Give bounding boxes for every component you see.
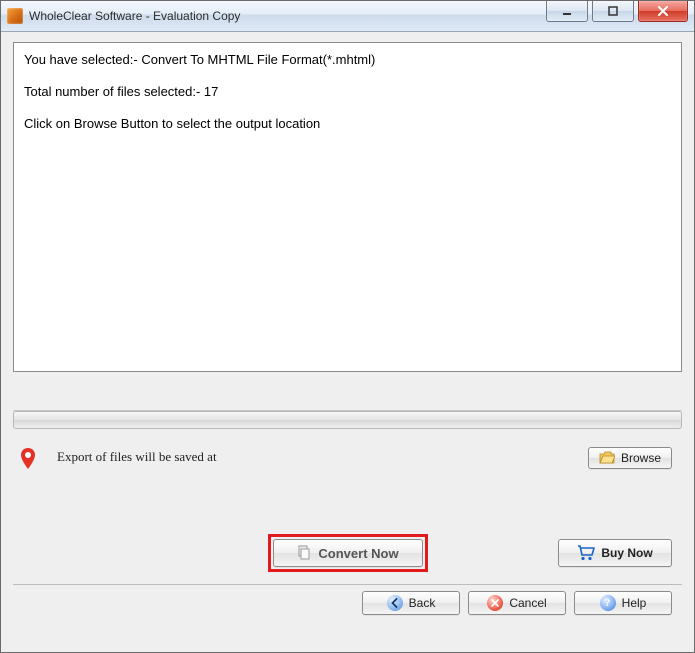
- maximize-icon: [608, 6, 618, 16]
- window-controls: [546, 1, 694, 22]
- close-icon: [657, 6, 669, 16]
- minimize-icon: [562, 6, 572, 16]
- export-panel: Export of files will be saved at Browse: [13, 410, 682, 574]
- help-button-label: Help: [622, 596, 647, 610]
- location-pin-icon: [19, 447, 41, 474]
- convert-now-button[interactable]: Convert Now: [273, 539, 423, 567]
- browse-button-label: Browse: [621, 451, 661, 465]
- back-button-label: Back: [409, 596, 436, 610]
- buy-now-button[interactable]: Buy Now: [558, 539, 672, 567]
- titlebar[interactable]: WholeClear Software - Evaluation Copy: [1, 1, 694, 32]
- info-textbox: You have selected:- Convert To MHTML Fil…: [13, 42, 682, 372]
- cart-icon: [577, 545, 595, 561]
- cancel-icon: [487, 595, 503, 611]
- window-title: WholeClear Software - Evaluation Copy: [29, 9, 240, 23]
- convert-button-label: Convert Now: [318, 546, 398, 561]
- export-label: Export of files will be saved at: [57, 449, 588, 465]
- export-row: Export of files will be saved at Browse: [13, 443, 682, 474]
- maximize-button[interactable]: [592, 1, 634, 22]
- browse-button[interactable]: Browse: [588, 447, 672, 469]
- minimize-button[interactable]: [546, 1, 588, 22]
- back-button[interactable]: Back: [362, 591, 460, 615]
- info-line-format: You have selected:- Convert To MHTML Fil…: [24, 51, 671, 69]
- app-window: WholeClear Software - Evaluation Copy Yo…: [0, 0, 695, 653]
- client-area: You have selected:- Convert To MHTML Fil…: [1, 32, 694, 652]
- buy-button-label: Buy Now: [601, 546, 652, 560]
- action-row: Convert Now Buy Now: [13, 532, 682, 574]
- app-icon: [7, 8, 23, 24]
- progress-bar: [13, 411, 682, 429]
- close-button[interactable]: [638, 1, 688, 22]
- info-line-count: Total number of files selected:- 17: [24, 83, 671, 101]
- copy-icon: [296, 545, 312, 561]
- spacer: [13, 372, 682, 410]
- cancel-button[interactable]: Cancel: [468, 591, 566, 615]
- help-icon: ?: [600, 595, 616, 611]
- convert-highlight: Convert Now: [268, 534, 428, 572]
- bottom-bar: Back Cancel ? Help: [13, 584, 682, 621]
- back-arrow-icon: [387, 595, 403, 611]
- folder-open-icon: [599, 451, 615, 465]
- cancel-button-label: Cancel: [509, 596, 546, 610]
- help-button[interactable]: ? Help: [574, 591, 672, 615]
- info-line-instruction: Click on Browse Button to select the out…: [24, 115, 671, 133]
